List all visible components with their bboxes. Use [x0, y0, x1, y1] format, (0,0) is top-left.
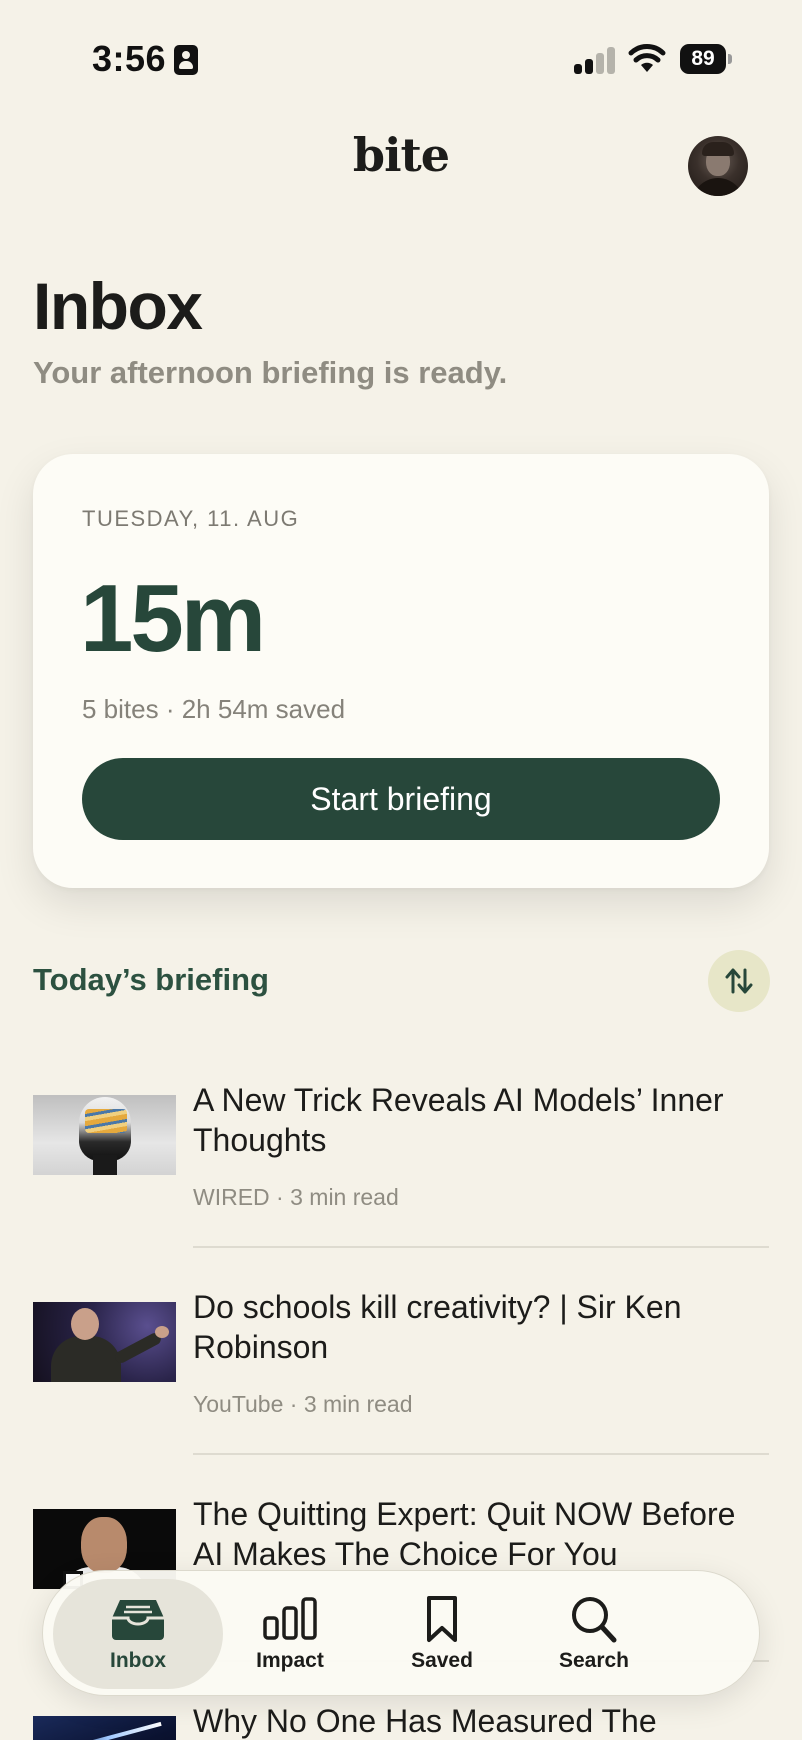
cellular-signal-icon [574, 46, 618, 74]
article-title: The Quitting Expert: Quit NOW Before AI … [193, 1496, 736, 1572]
start-briefing-button[interactable]: Start briefing [82, 758, 720, 840]
tray-icon [112, 1600, 164, 1640]
search-icon [572, 1597, 617, 1643]
battery-level: 89 [680, 44, 726, 74]
wifi-icon [628, 44, 666, 72]
briefing-card: TUESDAY, 11. AUG 15m 5 bites · 2h 54m sa… [33, 454, 769, 888]
section-title: Today’s briefing [33, 962, 269, 997]
battery-icon: 89 [680, 44, 732, 74]
tab-impact[interactable]: Impact [205, 1579, 375, 1689]
list-item[interactable]: Why No One Has Measured The [33, 1701, 769, 1740]
page-subtitle: Your afternoon briefing is ready. [33, 355, 508, 390]
divider [193, 1246, 769, 1248]
tab-inbox[interactable]: Inbox [53, 1579, 223, 1689]
briefing-date: TUESDAY, 11. AUG [82, 506, 300, 531]
app-logo: bite [352, 128, 450, 182]
tab-label: Impact [256, 1649, 324, 1672]
tab-saved[interactable]: Saved [357, 1579, 527, 1689]
sort-arrows-icon [725, 968, 753, 994]
article-meta: YouTube · 3 min read [193, 1391, 413, 1417]
article-title: A New Trick Reveals AI Models’ Inner Tho… [193, 1082, 724, 1158]
list-item[interactable]: Do schools kill creativity? | Sir Ken Ro… [33, 1287, 769, 1457]
divider [193, 1453, 769, 1455]
tab-search[interactable]: Search [509, 1579, 679, 1689]
article-thumbnail [33, 1716, 176, 1740]
list-item[interactable]: A New Trick Reveals AI Models’ Inner Tho… [33, 1080, 769, 1250]
tab-label: Inbox [110, 1649, 166, 1672]
avatar[interactable] [688, 136, 748, 196]
sort-button[interactable] [708, 950, 770, 1012]
tab-bar: Inbox Impact Saved Search [42, 1570, 760, 1696]
page-title: Inbox [33, 269, 203, 343]
bookmark-icon [427, 1596, 457, 1642]
briefing-duration: 15m [80, 565, 266, 672]
article-thumbnail [33, 1302, 176, 1382]
article-title: Do schools kill creativity? | Sir Ken Ro… [193, 1289, 682, 1365]
tab-label: Search [558, 1649, 630, 1672]
article-title: Why No One Has Measured The [193, 1703, 657, 1739]
briefing-meta: 5 bites · 2h 54m saved [82, 694, 346, 724]
status-bar: 3:56 89 [0, 0, 802, 110]
bars-icon [263, 1597, 317, 1640]
tab-label: Saved [411, 1649, 473, 1672]
article-thumbnail [33, 1095, 176, 1175]
contact-card-icon [174, 45, 198, 75]
status-time: 3:56 [92, 38, 167, 79]
article-meta: WIRED · 3 min read [193, 1184, 399, 1210]
